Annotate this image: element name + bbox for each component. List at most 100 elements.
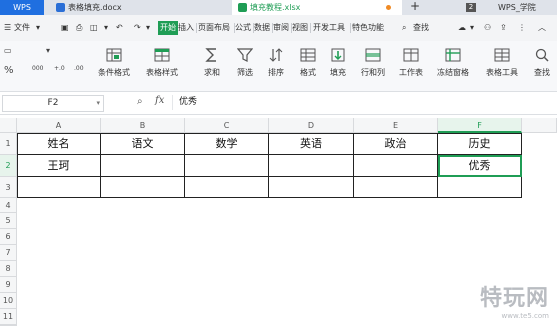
wps-home-tab[interactable]: WPS bbox=[0, 0, 44, 15]
redo-icon[interactable]: ↷ bbox=[134, 21, 141, 35]
collaborate-icon[interactable]: ⚇ bbox=[484, 21, 491, 35]
share-icon[interactable]: ⇪ bbox=[500, 21, 507, 35]
window-count-badge[interactable]: 2 bbox=[466, 3, 476, 12]
cell-c3[interactable] bbox=[185, 177, 269, 198]
thousands-button[interactable]: 000 bbox=[32, 65, 43, 72]
row-header-4[interactable]: 4 bbox=[0, 198, 17, 213]
cell-d2[interactable] bbox=[269, 155, 354, 177]
chevron-down-icon[interactable]: ▾ bbox=[146, 21, 150, 35]
tab-xlsx[interactable]: 填充教程.xlsx bbox=[232, 0, 402, 15]
sum-button[interactable]: 求和 bbox=[198, 41, 226, 78]
row-header-7[interactable]: 7 bbox=[0, 245, 17, 261]
row-header-3[interactable]: 3 bbox=[0, 177, 17, 198]
column-header-b[interactable]: B bbox=[101, 118, 185, 133]
tab-xlsx-label: 填充教程.xlsx bbox=[250, 3, 301, 12]
cell-c2[interactable] bbox=[185, 155, 269, 177]
cell-c1[interactable]: 数学 bbox=[185, 133, 269, 155]
formula-bar: F2 ▾ ⌕ fx 优秀 bbox=[0, 92, 557, 115]
print-icon[interactable]: ⎙ bbox=[76, 21, 82, 35]
name-box[interactable]: F2 ▾ bbox=[2, 95, 104, 112]
file-menu[interactable]: 文件 bbox=[14, 21, 30, 35]
tab-home[interactable]: 开始 bbox=[158, 21, 178, 35]
chevron-down-icon[interactable]: ▾ bbox=[46, 46, 50, 55]
cell-reference: F2 bbox=[47, 98, 59, 108]
decrease-decimal-button[interactable]: .00 bbox=[74, 65, 84, 72]
cell-b3[interactable] bbox=[101, 177, 185, 198]
row-header-2[interactable]: 2 bbox=[0, 155, 17, 177]
cell-a2[interactable]: 王珂 bbox=[17, 155, 101, 177]
chevron-down-icon[interactable]: ▾ bbox=[36, 21, 40, 35]
freeze-panes-button[interactable]: 冻结窗格 bbox=[432, 41, 474, 78]
save-icon[interactable]: ▣ bbox=[61, 21, 69, 35]
number-format-box[interactable]: ▭ bbox=[4, 46, 12, 55]
column-header-c[interactable]: C bbox=[185, 118, 269, 133]
tab-docx[interactable]: 表格填充.docx bbox=[56, 0, 210, 15]
filter-button[interactable]: 筛选 bbox=[230, 41, 260, 78]
chevron-down-icon[interactable]: ▾ bbox=[470, 21, 474, 35]
more-icon[interactable]: ⋮ bbox=[518, 21, 526, 35]
format-button[interactable]: 格式 bbox=[294, 41, 322, 78]
tab-formulas[interactable]: 公式 bbox=[235, 21, 251, 35]
select-all-corner[interactable] bbox=[0, 118, 17, 133]
formula-input[interactable]: 优秀 bbox=[172, 95, 555, 110]
hamburger-icon[interactable]: ☰ bbox=[4, 21, 11, 35]
undo-icon[interactable]: ↶ bbox=[116, 21, 123, 35]
zoom-search-icon[interactable]: ⌕ bbox=[137, 96, 143, 107]
cell-f2[interactable]: 优秀 bbox=[438, 155, 522, 177]
collapse-ribbon-icon[interactable]: ︿ bbox=[538, 21, 546, 35]
cell-b1[interactable]: 语文 bbox=[101, 133, 185, 155]
cell-e3[interactable] bbox=[354, 177, 438, 198]
search-icon[interactable]: ⌕ bbox=[402, 21, 406, 35]
cell-e1[interactable]: 政治 bbox=[354, 133, 438, 155]
account-label[interactable]: WPS_学院 bbox=[498, 0, 536, 15]
cell-d3[interactable] bbox=[269, 177, 354, 198]
table-style-button[interactable]: 表格样式 bbox=[140, 41, 184, 78]
menu-divider bbox=[350, 23, 351, 33]
row-header-5[interactable]: 5 bbox=[0, 213, 17, 229]
increase-decimal-button[interactable]: +.0 bbox=[54, 65, 65, 72]
row-header-9[interactable]: 9 bbox=[0, 277, 17, 293]
rows-columns-button[interactable]: 行和列 bbox=[356, 41, 390, 78]
sort-button[interactable]: 排序 bbox=[262, 41, 290, 78]
cloud-sync-icon[interactable]: ☁ bbox=[458, 21, 466, 35]
tab-page-layout[interactable]: 页面布局 bbox=[198, 21, 230, 35]
search-label[interactable]: 查找 bbox=[413, 21, 429, 35]
function-icon[interactable]: fx bbox=[155, 95, 164, 106]
sum-icon bbox=[205, 48, 216, 62]
chevron-down-icon[interactable]: ▾ bbox=[104, 21, 108, 35]
new-tab-button[interactable]: + bbox=[410, 0, 420, 13]
column-header-empty[interactable] bbox=[522, 118, 557, 133]
cell-f1[interactable]: 历史 bbox=[438, 133, 522, 155]
row-header-6[interactable]: 6 bbox=[0, 229, 17, 245]
cell-a1[interactable]: 姓名 bbox=[17, 133, 101, 155]
row-header-11[interactable]: 11 bbox=[0, 309, 17, 325]
column-header-d[interactable]: D bbox=[269, 118, 354, 133]
column-header-a[interactable]: A bbox=[17, 118, 101, 133]
find-button[interactable]: 查找 bbox=[528, 41, 556, 78]
cell-d1[interactable]: 英语 bbox=[269, 133, 354, 155]
column-header-f[interactable]: F bbox=[438, 118, 522, 133]
cell-a3[interactable] bbox=[17, 177, 101, 198]
percent-style-button[interactable]: % bbox=[4, 65, 14, 76]
cell-b2[interactable] bbox=[101, 155, 185, 177]
tab-view[interactable]: 视图 bbox=[292, 21, 308, 35]
worksheet-button[interactable]: 工作表 bbox=[394, 41, 428, 78]
sort-label: 排序 bbox=[268, 68, 284, 77]
table-tools-button[interactable]: 表格工具 bbox=[480, 41, 524, 78]
cell-e2[interactable] bbox=[354, 155, 438, 177]
row-header-8[interactable]: 8 bbox=[0, 261, 17, 277]
tab-data[interactable]: 数据 bbox=[254, 21, 270, 35]
fill-button[interactable]: 填充 bbox=[324, 41, 352, 78]
preview-icon[interactable]: ◫ bbox=[90, 21, 98, 35]
column-header-e[interactable]: E bbox=[354, 118, 438, 133]
row-header-10[interactable]: 10 bbox=[0, 293, 17, 309]
rows-columns-label: 行和列 bbox=[361, 68, 385, 77]
tab-review[interactable]: 审阅 bbox=[273, 21, 289, 35]
row-header-1[interactable]: 1 bbox=[0, 133, 17, 155]
tab-special-features[interactable]: 特色功能 bbox=[352, 21, 384, 35]
tab-developer[interactable]: 开发工具 bbox=[313, 21, 345, 35]
cell-f3[interactable] bbox=[438, 177, 522, 198]
chevron-down-icon[interactable]: ▾ bbox=[96, 96, 100, 111]
tab-insert[interactable]: 插入 bbox=[178, 21, 194, 35]
conditional-format-button[interactable]: 条件格式 bbox=[94, 41, 134, 78]
